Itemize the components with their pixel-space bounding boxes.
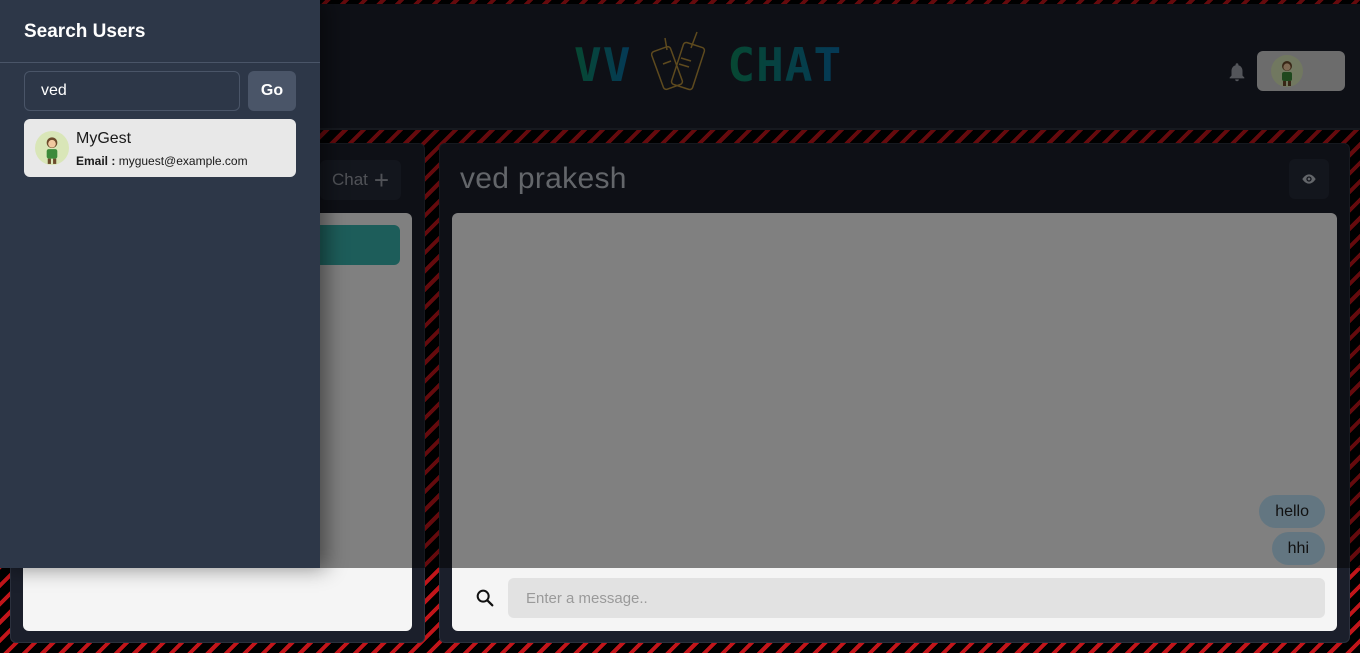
message-input[interactable] [508, 578, 1325, 618]
email-value: myguest@example.com [118, 154, 248, 168]
search-result-item[interactable]: MyGest Email : myguest@example.com [24, 119, 296, 177]
search-input[interactable] [24, 71, 240, 111]
go-button[interactable]: Go [248, 71, 296, 111]
email-label: Email : [76, 154, 116, 168]
avatar-icon [35, 131, 69, 165]
message-input-row [466, 578, 1325, 618]
result-user-name: MyGest [76, 130, 132, 147]
search-users-drawer: Search Users Go MyGest Email : myguest@e… [0, 0, 320, 568]
result-user-email: Email : myguest@example.com [76, 154, 248, 168]
search-icon [476, 589, 494, 607]
drawer-title: Search Users [0, 0, 320, 63]
search-row: Go [24, 71, 296, 111]
